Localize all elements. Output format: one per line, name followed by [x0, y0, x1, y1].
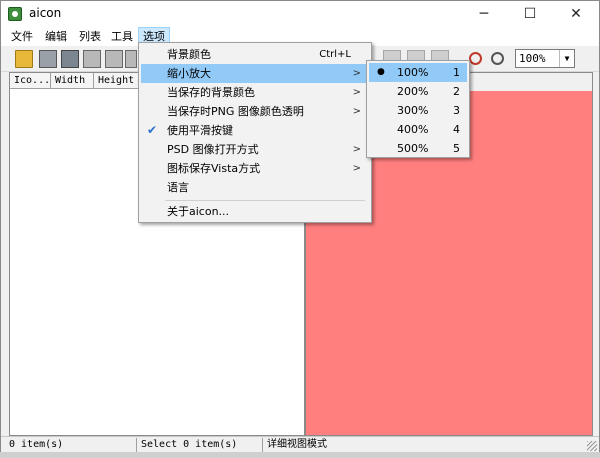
shortcut-label: Ctrl+L [319, 49, 351, 60]
chevron-right-icon: > [352, 163, 361, 174]
options-item-label: 图标保存Vista方式 [167, 162, 261, 175]
zoom-option-label: 200% [397, 85, 429, 98]
checkmark-icon: ✔ [147, 123, 158, 137]
zoom-option-400[interactable]: 400% 4 [369, 120, 467, 139]
zoom-option-key: 1 [453, 66, 460, 79]
options-item-label: 关于aicon... [167, 205, 230, 218]
options-item-zoom[interactable]: 缩小放大 > [141, 64, 369, 83]
menu-tools[interactable]: 工具 [107, 27, 137, 46]
options-item-label: 当保存的背景颜色 [167, 86, 255, 99]
zoom-option-key: 4 [453, 123, 460, 136]
zoom-option-label: 500% [397, 142, 429, 155]
zoom-option-key: 3 [453, 104, 460, 117]
zoom-option-500[interactable]: 500% 5 [369, 139, 467, 158]
status-item-count: 0 item(s) [5, 438, 137, 452]
zoom-out-icon[interactable] [491, 52, 504, 65]
zoom-option-key: 5 [453, 142, 460, 155]
app-icon [8, 7, 22, 21]
options-item-vista-save[interactable]: 图标保存Vista方式 > [141, 159, 369, 178]
zoom-option-200[interactable]: 200% 2 [369, 82, 467, 101]
maximize-button[interactable]: ☐ [507, 1, 553, 27]
status-view-mode: 详细视图模式 [267, 439, 327, 450]
options-item-smooth-buttons[interactable]: ✔ 使用平滑按键 [141, 121, 369, 140]
zoom-option-label: 400% [397, 123, 429, 136]
options-dropdown: 背景颜色 Ctrl+L 缩小放大 > 当保存的背景颜色 > 当保存时PNG 图像… [138, 42, 372, 223]
column-header-icon[interactable]: Ico... [10, 73, 51, 89]
extract-icon[interactable] [105, 50, 123, 68]
column-header-width[interactable]: Width [51, 73, 94, 89]
minimize-button[interactable]: ─ [461, 1, 507, 27]
resize-grip[interactable] [587, 441, 597, 451]
zoom-in-icon[interactable] [469, 52, 482, 65]
open-folder-icon[interactable] [15, 50, 33, 68]
zoom-select-value: 100% [519, 52, 546, 65]
zoom-submenu: ● 100% 1 200% 2 300% 3 400% 4 500% 5 [366, 60, 470, 158]
options-item-label: 缩小放大 [167, 67, 211, 80]
menu-separator [165, 200, 365, 201]
window-title: aicon [29, 6, 62, 20]
column-header-height[interactable]: Height [94, 73, 140, 89]
chevron-right-icon: > [352, 144, 361, 155]
options-item-label: 语言 [167, 181, 189, 194]
options-item-psd-open[interactable]: PSD 图像打开方式 > [141, 140, 369, 159]
zoom-option-100[interactable]: ● 100% 1 [369, 63, 467, 82]
options-item-label: 当保存时PNG 图像颜色透明 [167, 105, 304, 118]
save-all-icon[interactable] [61, 50, 79, 68]
options-item-label: 使用平滑按键 [167, 124, 233, 137]
save-icon[interactable] [39, 50, 57, 68]
zoom-option-key: 2 [453, 85, 460, 98]
radio-bullet-icon: ● [377, 67, 385, 77]
status-selected-count: Select 0 item(s) [137, 438, 263, 452]
options-item-about[interactable]: 关于aicon... [141, 202, 369, 221]
menu-file[interactable]: 文件 [7, 27, 37, 46]
options-item-language[interactable]: 语言 [141, 178, 369, 197]
chevron-down-icon[interactable]: ▼ [559, 50, 574, 67]
options-item-label: 背景颜色 [167, 48, 211, 61]
zoom-select[interactable]: 100% ▼ [515, 49, 575, 68]
export-icon[interactable] [83, 50, 101, 68]
options-item-background-color[interactable]: 背景颜色 Ctrl+L [141, 45, 369, 64]
zoom-option-300[interactable]: 300% 3 [369, 101, 467, 120]
zoom-option-label: 100% [397, 66, 429, 79]
options-item-label: PSD 图像打开方式 [167, 143, 259, 156]
chevron-right-icon: > [352, 106, 361, 117]
chevron-right-icon: > [352, 87, 361, 98]
menu-edit[interactable]: 编辑 [41, 27, 71, 46]
status-bar: 0 item(s) Select 0 item(s) 详细视图模式 [1, 436, 599, 452]
options-item-png-transparent[interactable]: 当保存时PNG 图像颜色透明 > [141, 102, 369, 121]
title-bar[interactable]: aicon ─ ☐ ✕ [1, 1, 599, 27]
chevron-right-icon: > [352, 68, 361, 79]
image-icon[interactable] [125, 50, 137, 68]
menu-list[interactable]: 列表 [75, 27, 105, 46]
options-item-save-background[interactable]: 当保存的背景颜色 > [141, 83, 369, 102]
close-button[interactable]: ✕ [553, 1, 599, 27]
zoom-option-label: 300% [397, 104, 429, 117]
